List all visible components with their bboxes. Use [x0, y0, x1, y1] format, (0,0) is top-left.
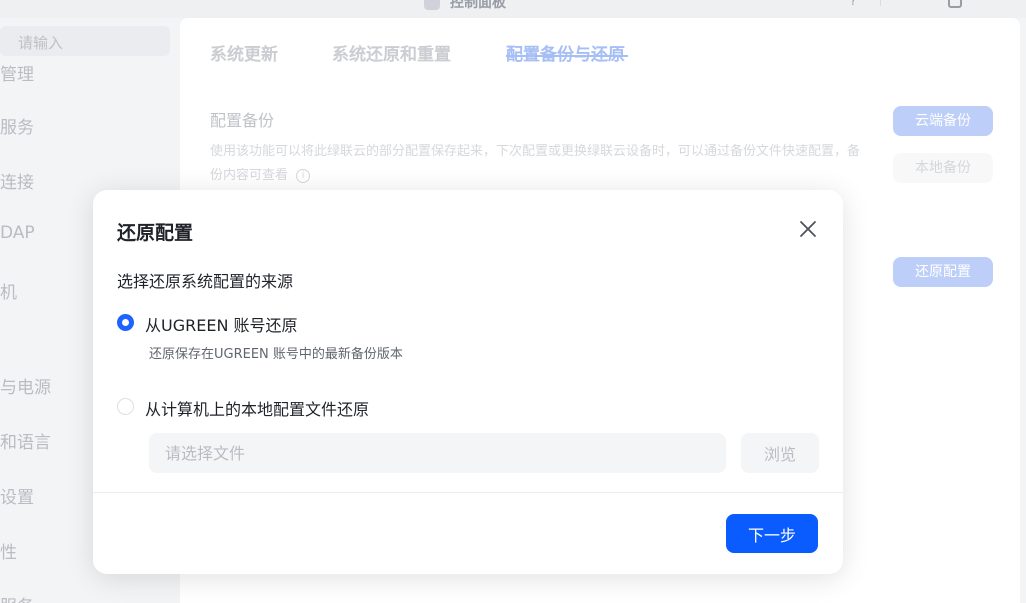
close-icon[interactable]: [797, 218, 819, 240]
radio-unchecked-icon[interactable]: [117, 398, 134, 415]
dialog-subtitle: 选择还原系统配置的来源: [117, 272, 294, 291]
dialog-title: 还原配置: [117, 222, 194, 244]
option-label: 从计算机上的本地配置文件还原: [145, 400, 370, 419]
file-path-input[interactable]: [149, 433, 726, 473]
option-description: 还原保存在UGREEN 账号中的最新备份版本: [149, 347, 403, 362]
next-step-button[interactable]: 下一步: [726, 514, 818, 553]
restore-config-dialog: 还原配置 选择还原系统配置的来源 从UGREEN 账号还原 还原保存在UGREE…: [93, 190, 843, 574]
option-label: 从UGREEN 账号还原: [145, 316, 298, 335]
browse-button[interactable]: 浏览: [741, 433, 819, 473]
dialog-footer-divider: [93, 492, 843, 493]
radio-checked-icon[interactable]: [117, 314, 134, 331]
